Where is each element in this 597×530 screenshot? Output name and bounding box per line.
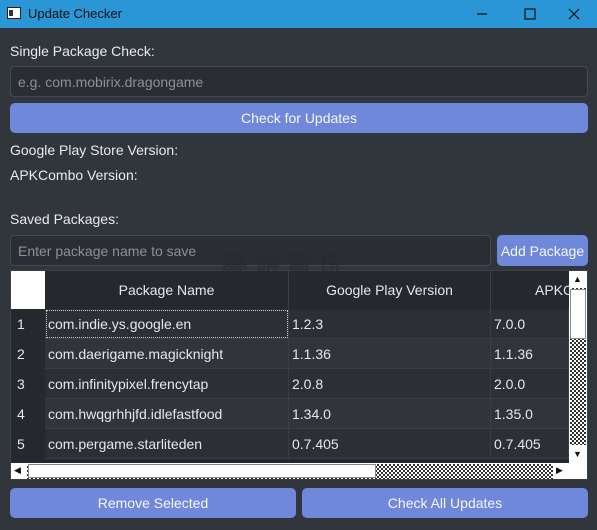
save-package-placeholder: Enter package name to save — [18, 242, 197, 259]
packages-table[interactable]: Package Name Google Play Version APKCo 1… — [10, 270, 588, 480]
table-cell-apkcombo-version[interactable]: 1.1.36 — [491, 339, 569, 369]
scroll-down-arrow-icon[interactable]: ▼ — [573, 449, 582, 459]
row-number[interactable]: 2 — [11, 339, 45, 369]
minimize-icon — [477, 13, 487, 15]
table-cell-google-play-version[interactable]: 1.34.0 — [289, 399, 491, 429]
row-number[interactable]: 4 — [11, 399, 45, 429]
table-cell-google-play-version[interactable]: 0.7.405 — [289, 429, 491, 459]
scroll-left-arrow-icon[interactable]: ◀ — [14, 465, 21, 476]
table-cell-google-play-version[interactable]: 1.1.36 — [289, 339, 491, 369]
maximize-icon — [524, 8, 536, 20]
row-number[interactable]: 3 — [11, 369, 45, 399]
close-button[interactable] — [551, 0, 597, 28]
add-package-button[interactable]: Add Package — [497, 235, 588, 266]
maximize-button[interactable] — [507, 0, 553, 28]
remove-selected-button[interactable]: Remove Selected — [10, 488, 296, 518]
horizontal-scrollbar[interactable]: ◀ ▶ — [11, 463, 587, 479]
table-cell-package-name[interactable]: com.daerigame.magicknight — [45, 339, 289, 369]
row-number[interactable]: 5 — [11, 429, 45, 459]
table-cell-google-play-version[interactable]: 1.2.3 — [289, 309, 491, 339]
table-corner-select-all[interactable] — [11, 271, 45, 309]
table-cell-package-name[interactable]: com.indie.ys.google.en — [45, 309, 289, 339]
table-cell-apkcombo-version[interactable]: 0.7.405 — [491, 429, 569, 459]
google-play-version-label: Google Play Store Version: — [10, 142, 179, 158]
app-window-icon — [7, 7, 21, 19]
close-icon — [568, 8, 580, 20]
check-all-updates-button[interactable]: Check All Updates — [302, 488, 588, 518]
table-cell-apkcombo-version[interactable]: 2.0.0 — [491, 369, 569, 399]
single-package-input[interactable]: e.g. com.mobirix.dragongame — [10, 66, 588, 97]
window-title: Update Checker — [28, 6, 122, 21]
scroll-right-arrow-icon[interactable]: ▶ — [556, 465, 563, 476]
table-cell-apkcombo-version[interactable]: 7.0.0 — [491, 309, 569, 339]
table-cell-package-name[interactable]: com.pergame.starliteden — [45, 429, 289, 459]
watermark-text: 夢遊電玩 — [222, 252, 351, 282]
check-for-updates-button[interactable]: Check for Updates — [10, 103, 588, 133]
minimize-button[interactable] — [459, 0, 505, 28]
table-cell-apkcombo-version[interactable]: 1.35.0 — [491, 399, 569, 429]
scrollbar-corner — [569, 463, 587, 479]
table-cell-google-play-version[interactable]: 2.0.8 — [289, 369, 491, 399]
apkcombo-version-label: APKCombo Version: — [10, 167, 138, 183]
horizontal-scroll-thumb[interactable] — [28, 464, 376, 478]
vertical-scroll-thumb[interactable] — [570, 289, 586, 339]
scroll-up-arrow-icon[interactable]: ▲ — [573, 274, 582, 284]
row-number[interactable]: 1 — [11, 309, 45, 339]
table-cell-package-name[interactable]: com.infinitypixel.frencytap — [45, 369, 289, 399]
single-package-placeholder: e.g. com.mobirix.dragongame — [18, 73, 204, 90]
table-cell-package-name[interactable]: com.hwqgrhhjfd.idlefastfood — [45, 399, 289, 429]
saved-packages-heading: Saved Packages: — [10, 211, 119, 227]
title-bar: Update Checker — [0, 0, 597, 28]
single-package-heading: Single Package Check: — [10, 43, 155, 59]
vertical-scrollbar[interactable]: ▲ ▼ — [569, 271, 587, 463]
